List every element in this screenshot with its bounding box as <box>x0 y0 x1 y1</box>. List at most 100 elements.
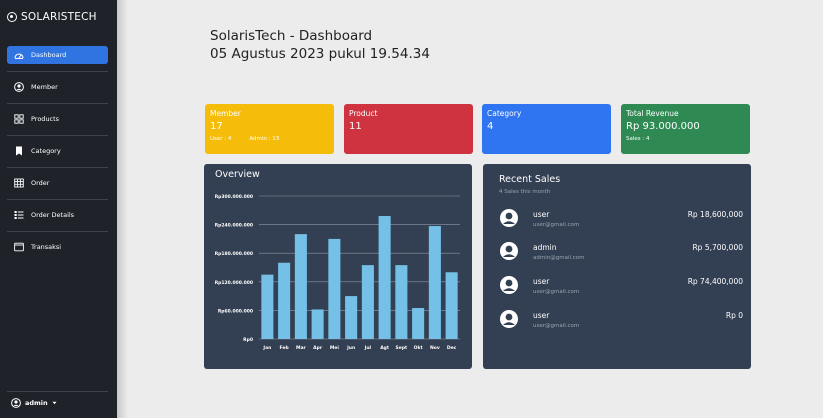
list-icon <box>14 211 24 219</box>
sale-email: admin@gmail.com <box>533 255 585 261</box>
overview-panel: Overview Rp0 Rp60.000.000 Rp120.000.000 Rp1… <box>204 164 472 369</box>
window-icon <box>14 242 24 252</box>
sidebar-item-products[interactable]: Products <box>7 110 108 128</box>
chart-bar <box>378 216 391 339</box>
x-tick-label: Mei <box>330 345 340 351</box>
y-tick-label: Rp180.000.000 <box>215 251 253 257</box>
card-value: 11 <box>349 121 362 132</box>
sale-email: user@gmail.com <box>533 222 580 228</box>
recent-sales-panel: Recent Sales 4 Sales this month user use… <box>483 164 751 369</box>
user-menu[interactable]: admin <box>11 398 57 408</box>
sidebar: SOLARISTECH Dashboard Member Products Ca… <box>0 0 117 418</box>
sale-row[interactable]: admin admin@gmail.com Rp 5,700,000 <box>499 241 743 267</box>
sidebar-item-dashboard[interactable]: Dashboard <box>7 46 108 64</box>
y-tick-label: Rp60.000.000 <box>218 308 253 314</box>
sidebar-shadow <box>117 0 128 418</box>
card-label: Total Revenue <box>626 109 679 118</box>
user-name: admin <box>25 399 48 407</box>
sale-amount: Rp 0 <box>725 311 743 320</box>
sale-row[interactable]: user user@gmail.com Rp 18,600,000 <box>499 208 743 234</box>
avatar-icon <box>500 310 518 328</box>
sidebar-item-category[interactable]: Category <box>7 142 108 160</box>
sale-name: user <box>533 277 550 286</box>
chart-bar <box>361 265 374 339</box>
chart-bar <box>395 265 408 339</box>
x-tick-label: Apr <box>313 345 323 351</box>
x-tick-label: Okt <box>414 345 424 351</box>
bookmark-icon <box>16 146 22 156</box>
y-tick-label: Rp120.000.000 <box>215 280 253 286</box>
sidebar-item-label: Products <box>31 115 60 123</box>
x-tick-label: Jun <box>346 345 355 351</box>
product-card[interactable]: Product 11 <box>344 104 473 154</box>
recent-sales-title: Recent Sales <box>499 174 561 185</box>
card-label: Product <box>349 109 378 118</box>
x-tick-label: Agt <box>380 345 390 351</box>
avatar-icon <box>500 276 518 294</box>
sale-name: user <box>533 311 550 320</box>
overview-chart: Rp0 Rp60.000.000 Rp120.000.000 Rp180.000.00… <box>215 194 460 351</box>
divider <box>7 71 108 72</box>
recent-sales-subtitle: 4 Sales this month <box>499 189 551 195</box>
card-label: Category <box>487 109 522 118</box>
brand[interactable]: SOLARISTECH <box>7 11 97 23</box>
chart-bar <box>294 234 307 339</box>
y-tick-label: Rp300.000.000 <box>215 194 253 200</box>
x-tick-label: Sept <box>396 345 409 351</box>
divider <box>7 231 108 232</box>
chart-bar <box>328 238 341 339</box>
sale-amount: Rp 5,700,000 <box>692 243 743 252</box>
card-sub-sales: Sales : 4 <box>626 136 650 142</box>
sidebar-item-label: Order <box>31 179 50 187</box>
card-label: Member <box>210 109 241 118</box>
sidebar-item-order[interactable]: Order <box>7 174 108 192</box>
sale-amount: Rp 74,400,000 <box>687 277 743 286</box>
logo-icon <box>7 12 17 22</box>
x-tick-label: Jul <box>364 345 372 351</box>
x-tick-label: Mar <box>296 345 307 351</box>
dashboard-icon <box>14 53 24 59</box>
page-title: SolarisTech - Dashboard <box>210 28 373 44</box>
revenue-card[interactable]: Total Revenue Rp 93.000.000 Sales : 4 <box>621 104 750 154</box>
divider <box>7 103 108 104</box>
x-tick-label: Feb <box>280 345 290 351</box>
caret-down-icon <box>52 401 57 405</box>
user-circle-icon <box>11 398 21 408</box>
card-value: Rp 93.000.000 <box>626 121 700 132</box>
sidebar-item-member[interactable]: Member <box>7 78 108 96</box>
category-card[interactable]: Category 4 <box>482 104 611 154</box>
avatar-icon <box>500 209 518 227</box>
sidebar-item-label: Dashboard <box>31 51 67 59</box>
sale-amount: Rp 18,600,000 <box>687 210 743 219</box>
sale-row[interactable]: user user@gmail.com Rp 74,400,000 <box>499 275 743 301</box>
divider <box>7 199 108 200</box>
card-sub-admin: Admin : 13 <box>249 136 280 142</box>
sidebar-item-label: Category <box>31 147 61 155</box>
sidebar-item-order-details[interactable]: Order Details <box>7 206 108 224</box>
table-icon <box>14 178 24 188</box>
divider <box>7 391 108 392</box>
sidebar-item-label: Order Details <box>31 211 75 219</box>
sidebar-item-label: Member <box>31 83 58 91</box>
user-circle-icon <box>14 82 24 92</box>
grid-icon <box>14 114 24 124</box>
chart-bar <box>311 309 324 339</box>
chart-bar <box>278 262 291 339</box>
chart-bar <box>445 272 458 339</box>
divider <box>7 167 108 168</box>
sale-email: user@gmail.com <box>533 323 580 329</box>
page-datetime: 05 Agustus 2023 pukul 19.54.34 <box>210 46 430 62</box>
x-tick-label: Nov <box>430 345 440 351</box>
chart-bar <box>412 308 425 339</box>
sidebar-item-label: Transaksi <box>31 243 62 251</box>
y-tick-label: Rp0 <box>243 337 253 343</box>
member-card[interactable]: Member 17 User : 4 Admin : 13 <box>205 104 334 154</box>
divider <box>7 135 108 136</box>
sidebar-item-transaksi[interactable]: Transaksi <box>7 238 108 256</box>
card-value: 17 <box>210 121 223 132</box>
sale-name: admin <box>533 243 557 252</box>
chart-bar <box>261 274 274 339</box>
sale-row[interactable]: user user@gmail.com Rp 0 <box>499 309 743 335</box>
brand-name: SOLARISTECH <box>21 11 97 23</box>
chart-bar <box>345 296 358 339</box>
